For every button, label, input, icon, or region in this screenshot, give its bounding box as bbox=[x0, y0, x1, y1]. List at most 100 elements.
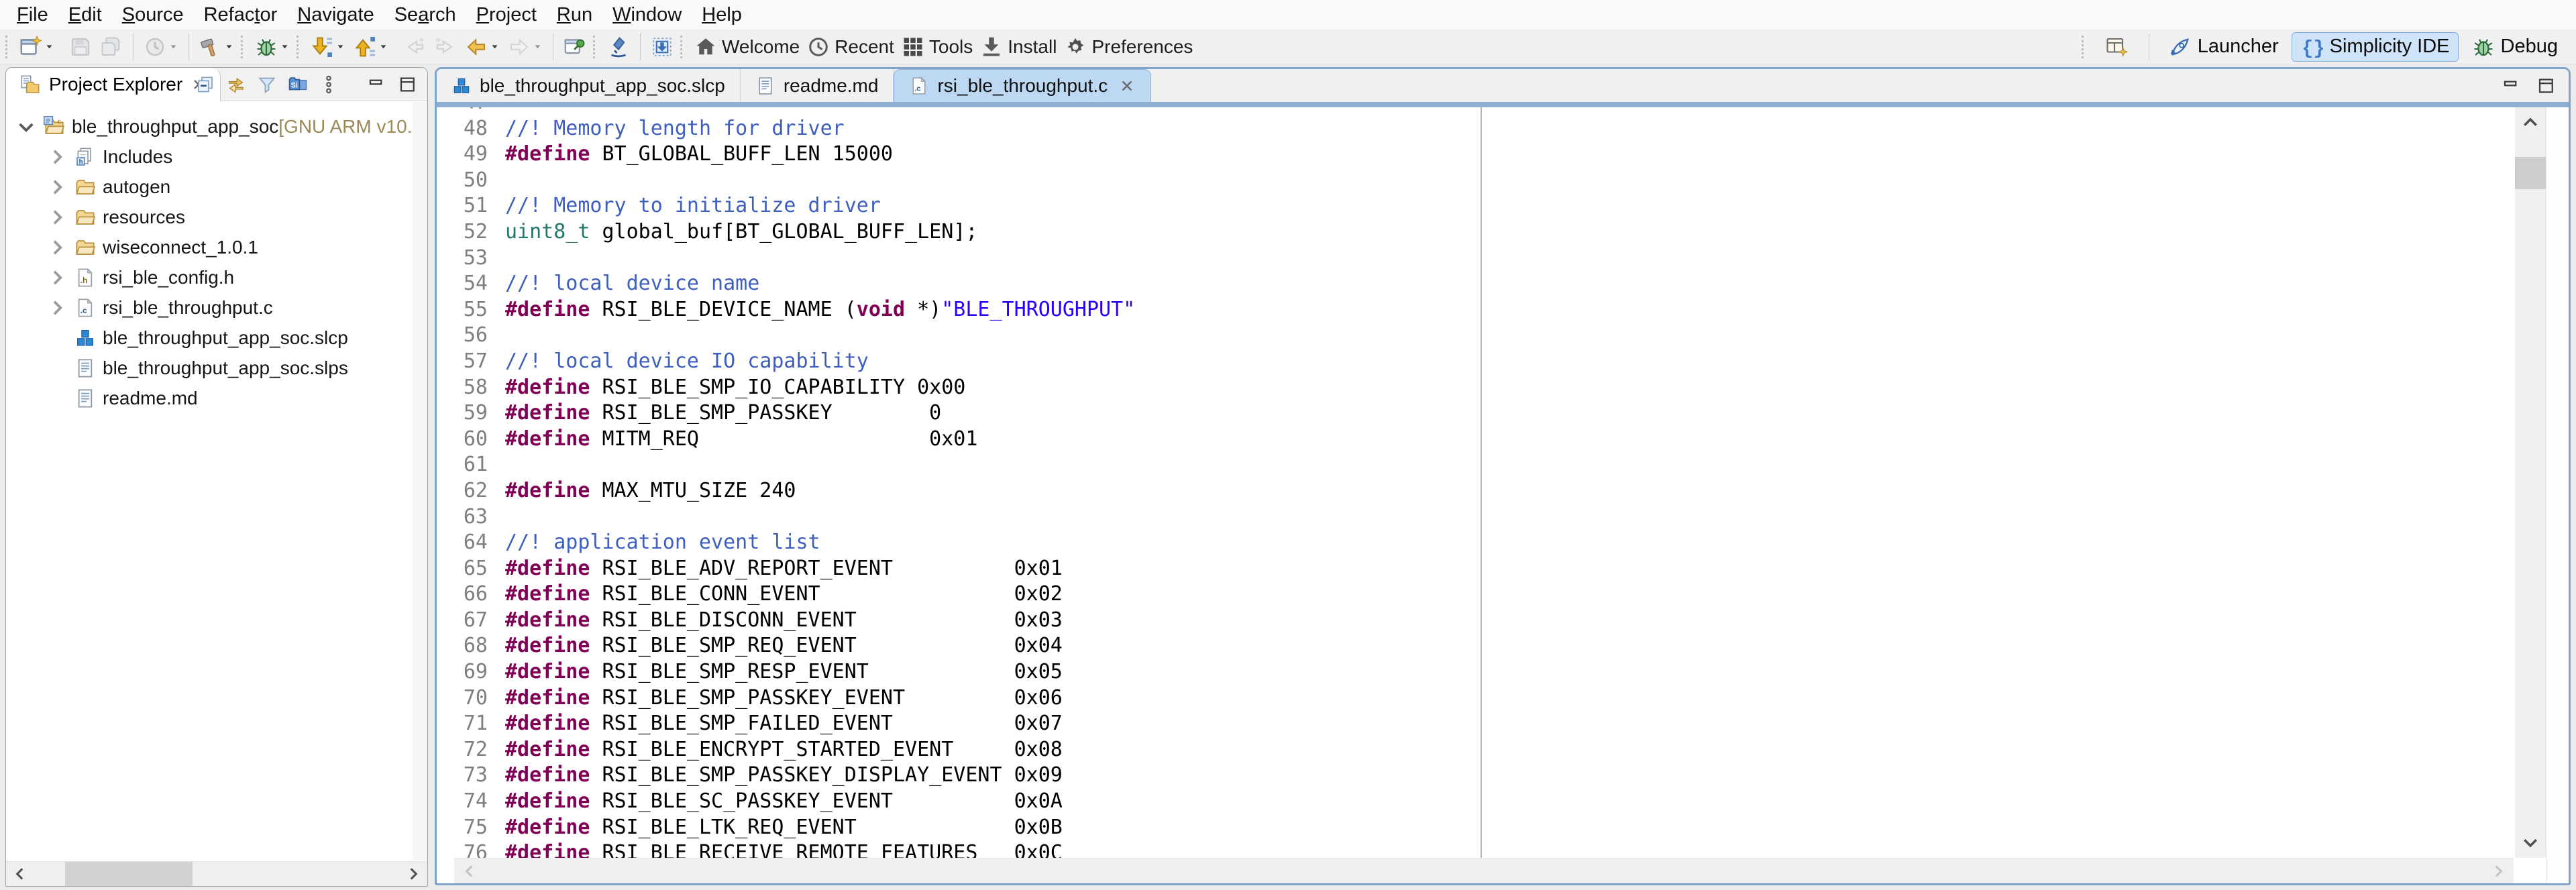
tree-item-includes[interactable]: Includes bbox=[6, 142, 413, 172]
menu-project[interactable]: Project bbox=[466, 4, 547, 26]
code-line[interactable]: 55#define RSI_BLE_DEVICE_NAME (void *)"B… bbox=[437, 297, 2514, 323]
minimize-view-button[interactable] bbox=[364, 72, 390, 97]
tree-item-readme-md[interactable]: readme.md bbox=[6, 383, 413, 413]
code-line[interactable]: 75#define RSI_BLE_LTK_REQ_EVENT 0x0B bbox=[437, 815, 2514, 841]
recent-button[interactable]: Recent bbox=[803, 32, 898, 62]
save-button[interactable] bbox=[65, 32, 96, 62]
code-editor[interactable]: 4748//! Memory length for driver49#defin… bbox=[437, 107, 2514, 867]
code-line[interactable]: 67#define RSI_BLE_DISCONN_EVENT 0x03 bbox=[437, 608, 2514, 634]
select-working-set-button[interactable] bbox=[285, 72, 311, 97]
code-line[interactable]: 48//! Memory length for driver bbox=[437, 116, 2514, 142]
collapsed-chevron-icon[interactable] bbox=[46, 146, 68, 168]
tree-item-autogen[interactable]: autogen bbox=[6, 172, 413, 202]
perspective-simplicity-ide[interactable]: Simplicity IDE bbox=[2292, 32, 2459, 62]
forward-button[interactable] bbox=[504, 32, 547, 62]
tree-item-ble-throughput-app-soc-slcp[interactable]: ble_throughput_app_soc.slcp bbox=[6, 323, 413, 353]
code-line[interactable]: 62#define MAX_MTU_SIZE 240 bbox=[437, 478, 2514, 504]
code-line[interactable]: 66#define RSI_BLE_CONN_EVENT 0x02 bbox=[437, 581, 2514, 608]
tools-button[interactable]: Tools bbox=[898, 32, 976, 62]
menu-file[interactable]: File bbox=[7, 4, 58, 26]
menu-run[interactable]: Run bbox=[547, 4, 602, 26]
tree-item-resources[interactable]: resources bbox=[6, 202, 413, 232]
save-all-button[interactable] bbox=[96, 32, 127, 62]
collapsed-chevron-icon[interactable] bbox=[46, 237, 68, 258]
code-line[interactable]: 59#define RSI_BLE_SMP_PASSKEY 0 bbox=[437, 400, 2514, 427]
code-line[interactable]: 54//! local device name bbox=[437, 271, 2514, 297]
perspective-launcher[interactable]: Launcher bbox=[2159, 32, 2288, 62]
flash-programmer-button[interactable] bbox=[647, 32, 678, 62]
code-line[interactable]: 47 bbox=[437, 107, 2514, 116]
code-line[interactable]: 52uint8_t global_buf[BT_GLOBAL_BUFF_LEN]… bbox=[437, 219, 2514, 245]
menu-window[interactable]: Window bbox=[602, 4, 692, 26]
code-line[interactable]: 53 bbox=[437, 245, 2514, 272]
code-line[interactable]: 63 bbox=[437, 504, 2514, 531]
code-line[interactable]: 57//! local device IO capability bbox=[437, 349, 2514, 375]
expanded-chevron-icon[interactable] bbox=[15, 116, 37, 137]
skip-breakpoints-button[interactable] bbox=[140, 32, 182, 62]
welcome-button[interactable]: Welcome bbox=[690, 32, 803, 62]
code-line[interactable]: 56 bbox=[437, 323, 2514, 349]
editor-tab-rsi-ble-throughput-c[interactable]: rsi_ble_throughput.c bbox=[894, 69, 1151, 102]
pin-editor-button[interactable] bbox=[559, 32, 590, 62]
tree-item-ble-throughput-app-soc-slps[interactable]: ble_throughput_app_soc.slps bbox=[6, 353, 413, 383]
scroll-left-icon[interactable] bbox=[11, 865, 29, 883]
tree-item-ble-throughput-app-soc[interactable]: ble_throughput_app_soc [GNU ARM v10. bbox=[6, 111, 413, 142]
back-button[interactable] bbox=[461, 32, 504, 62]
collapsed-chevron-icon[interactable] bbox=[46, 176, 68, 198]
editor-tab-readme-md[interactable]: readme.md bbox=[741, 69, 894, 102]
new-wizard-button[interactable] bbox=[15, 32, 58, 62]
scroll-up-icon[interactable] bbox=[2520, 113, 2540, 133]
tree-item-rsi-ble-config-h[interactable]: rsi_ble_config.h bbox=[6, 262, 413, 292]
code-line[interactable]: 70#define RSI_BLE_SMP_PASSKEY_EVENT 0x06 bbox=[437, 685, 2514, 712]
perspective-debug[interactable]: Debug bbox=[2463, 32, 2567, 62]
code-line[interactable]: 74#define RSI_BLE_SC_PASSKEY_EVENT 0x0A bbox=[437, 789, 2514, 815]
tree-item-rsi-ble-throughput-c[interactable]: rsi_ble_throughput.c bbox=[6, 292, 413, 323]
code-line[interactable]: 49#define BT_GLOBAL_BUFF_LEN 15000 bbox=[437, 142, 2514, 168]
code-line[interactable]: 71#define RSI_BLE_SMP_FAILED_EVENT 0x07 bbox=[437, 711, 2514, 737]
last-edit-back-button[interactable] bbox=[399, 32, 430, 62]
code-line[interactable]: 72#define RSI_BLE_ENCRYPT_STARTED_EVENT … bbox=[437, 737, 2514, 763]
code-line[interactable]: 65#define RSI_BLE_ADV_REPORT_EVENT 0x01 bbox=[437, 556, 2514, 582]
scroll-right-icon[interactable] bbox=[2489, 863, 2507, 880]
maximize-view-button[interactable] bbox=[395, 72, 421, 97]
collapsed-chevron-icon[interactable] bbox=[46, 297, 68, 319]
next-annotation-button[interactable] bbox=[307, 32, 350, 62]
code-line[interactable]: 68#define RSI_BLE_SMP_REQ_EVENT 0x04 bbox=[437, 633, 2514, 659]
launch-console-button[interactable] bbox=[603, 32, 634, 62]
editor-vscrollbar[interactable] bbox=[2515, 107, 2546, 858]
tree-item-wiseconnect-1-0-1[interactable]: wiseconnect_1.0.1 bbox=[6, 232, 413, 262]
editor-tab-ble-throughput-app-soc-slcp[interactable]: ble_throughput_app_soc.slcp bbox=[437, 69, 741, 102]
menu-source[interactable]: Source bbox=[112, 4, 194, 26]
menu-refactor[interactable]: Refactor bbox=[194, 4, 288, 26]
link-with-editor-button[interactable] bbox=[223, 72, 249, 97]
last-edit-forward-button[interactable] bbox=[430, 32, 461, 62]
menu-search[interactable]: Search bbox=[384, 4, 466, 26]
close-icon[interactable] bbox=[1118, 77, 1136, 95]
menu-help[interactable]: Help bbox=[692, 4, 752, 26]
hscroll-thumb[interactable] bbox=[65, 862, 193, 886]
filter-button[interactable] bbox=[254, 72, 280, 97]
build-button[interactable] bbox=[195, 32, 238, 62]
code-line[interactable]: 60#define MITM_REQ 0x01 bbox=[437, 427, 2514, 453]
debug-button[interactable] bbox=[251, 32, 294, 62]
maximize-editor-button[interactable] bbox=[2534, 73, 2559, 99]
scroll-down-icon[interactable] bbox=[2520, 832, 2540, 852]
collapsed-chevron-icon[interactable] bbox=[46, 267, 68, 288]
code-line[interactable]: 61 bbox=[437, 452, 2514, 478]
install-button[interactable]: Install bbox=[976, 32, 1060, 62]
scroll-left-icon[interactable] bbox=[461, 863, 478, 880]
code-line[interactable]: 58#define RSI_BLE_SMP_IO_CAPABILITY 0x00 bbox=[437, 375, 2514, 401]
collapsed-chevron-icon[interactable] bbox=[46, 207, 68, 228]
open-perspective-button[interactable] bbox=[2096, 32, 2143, 62]
editor-hscrollbar[interactable] bbox=[454, 858, 2514, 883]
vscroll-thumb[interactable] bbox=[2515, 157, 2546, 189]
code-line[interactable]: 69#define RSI_BLE_SMP_RESP_EVENT 0x05 bbox=[437, 659, 2514, 685]
view-menu-button[interactable] bbox=[316, 72, 341, 97]
menu-navigate[interactable]: Navigate bbox=[287, 4, 384, 26]
menu-edit[interactable]: Edit bbox=[58, 4, 112, 26]
preferences-button[interactable]: Preferences bbox=[1060, 32, 1196, 62]
scroll-right-icon[interactable] bbox=[405, 865, 422, 883]
code-line[interactable]: 51//! Memory to initialize driver bbox=[437, 193, 2514, 219]
minimize-editor-button[interactable] bbox=[2499, 73, 2524, 99]
project-explorer-vscrollbar[interactable] bbox=[413, 102, 427, 860]
